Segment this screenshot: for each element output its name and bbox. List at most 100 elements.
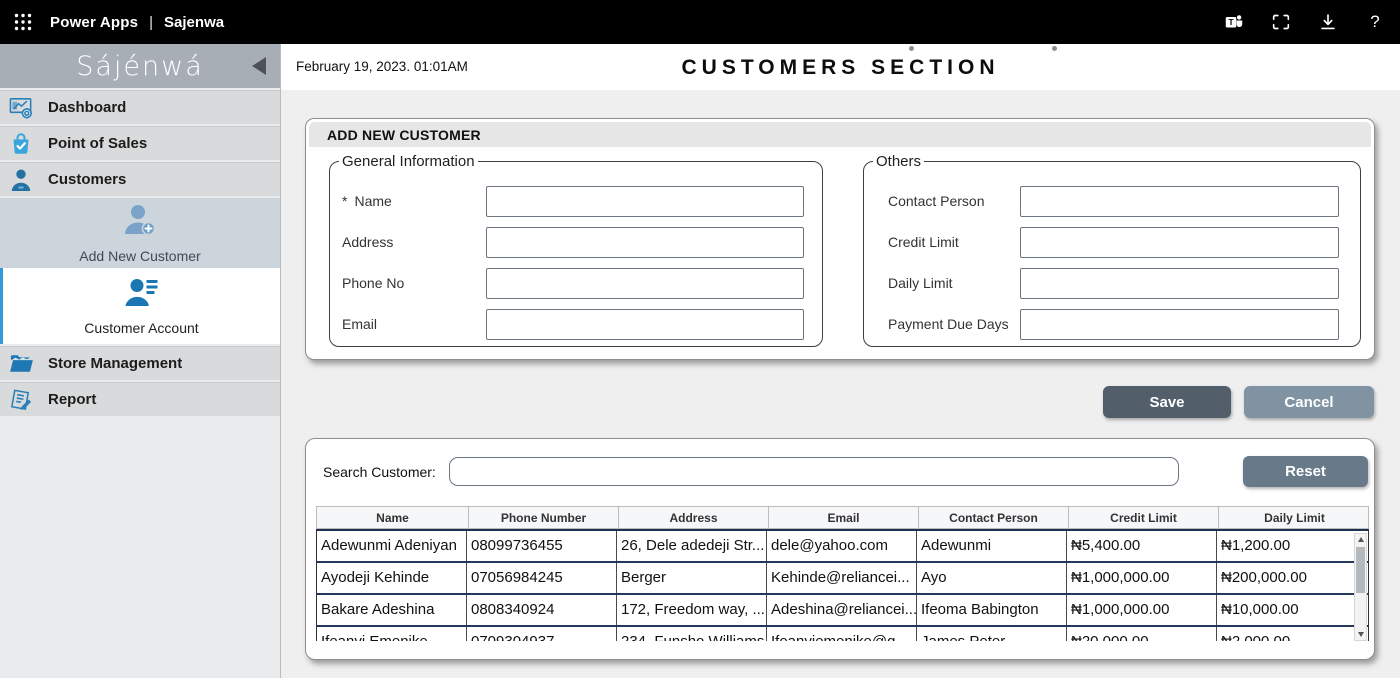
sidebar-item-dashboard[interactable]: Dashboard (0, 90, 280, 124)
collapse-arrow-icon (252, 57, 266, 75)
cell-address: 26, Dele adedeji Str... (617, 531, 767, 561)
cell-phone: 0709304937 (467, 627, 617, 641)
column-header-email: Email (769, 507, 919, 528)
content-area: ADD NEW CUSTOMER General Information *Na… (281, 90, 1400, 678)
folder-icon (7, 350, 35, 378)
cell-name: Ayodeji Kehinde (317, 563, 467, 593)
cell-daily-limit: ₦2,000.00 (1217, 627, 1368, 641)
topbar-divider: | (149, 14, 153, 31)
contact-person-label: Contact Person (888, 186, 985, 217)
contact-person-input[interactable] (1020, 186, 1339, 217)
general-information-group: General Information *Name Address Phone … (329, 153, 823, 347)
teams-icon[interactable]: T (1223, 11, 1245, 33)
fullscreen-icon[interactable] (1270, 11, 1292, 33)
cell-daily-limit: ₦200,000.00 (1217, 563, 1368, 593)
download-icon[interactable] (1317, 11, 1339, 33)
cell-contact-person: James Peter (917, 627, 1067, 641)
sidebar-subitem-add-new-customer[interactable]: Add New Customer (0, 198, 280, 268)
app-logo: Sájénwá (76, 51, 204, 82)
credit-limit-input[interactable] (1020, 227, 1339, 258)
app-name-label[interactable]: Power Apps (50, 14, 138, 31)
customer-list-card: Search Customer: Reset Name Phone Number… (305, 438, 1375, 660)
sidebar-item-label: Dashboard (48, 99, 126, 116)
environment-name-label: Sajenwa (164, 14, 224, 31)
scroll-up-icon[interactable] (1355, 534, 1366, 545)
scroll-down-icon[interactable] (1355, 629, 1366, 640)
cell-contact-person: Ifeoma Babington (917, 595, 1067, 625)
card-title: ADD NEW CUSTOMER (309, 122, 1371, 147)
cell-credit-limit: ₦1,000,000.00 (1067, 595, 1217, 625)
credit-limit-label: Credit Limit (888, 227, 959, 258)
sidebar-collapse-button[interactable] (252, 57, 268, 75)
cell-email: Kehinde@reliancei... (767, 563, 917, 593)
others-legend: Others (873, 153, 924, 170)
cell-name: Bakare Adeshina (317, 595, 467, 625)
column-header-credit-limit: Credit Limit (1069, 507, 1219, 528)
cell-credit-limit: ₦1,000,000.00 (1067, 563, 1217, 593)
column-header-name: Name (317, 507, 469, 528)
sidebar-subitem-label: Customer Account (84, 320, 198, 336)
sidebar-item-report[interactable]: Report (0, 382, 280, 416)
address-input[interactable] (486, 227, 804, 258)
field-row: *Name (330, 186, 822, 217)
cell-phone: 07056984245 (467, 563, 617, 593)
field-row: Daily Limit (864, 268, 1360, 299)
dashboard-icon (7, 94, 35, 122)
sidebar-item-label: Report (48, 391, 96, 408)
payment-due-days-input[interactable] (1020, 309, 1339, 340)
daily-limit-label: Daily Limit (888, 268, 953, 299)
others-group: Others Contact Person Credit Limit Daily… (863, 153, 1361, 347)
table-row[interactable]: Bakare Adeshina 0808340924 172, Freedom … (317, 595, 1368, 627)
topbar-actions: T ? (1223, 11, 1400, 33)
column-header-address: Address (619, 507, 769, 528)
email-label: Email (342, 309, 377, 340)
table-row[interactable]: Ayodeji Kehinde 07056984245 Berger Kehin… (317, 563, 1368, 595)
help-icon[interactable]: ? (1364, 11, 1386, 33)
reset-button[interactable]: Reset (1243, 456, 1368, 487)
cancel-button[interactable]: Cancel (1244, 386, 1374, 418)
customers-table: Name Phone Number Address Email Contact … (316, 506, 1369, 641)
table-row[interactable]: Adewunmi Adeniyan 08099736455 26, Dele a… (317, 531, 1368, 563)
table-header-row: Name Phone Number Address Email Contact … (316, 506, 1369, 529)
field-row: Contact Person (864, 186, 1360, 217)
daily-limit-input[interactable] (1020, 268, 1339, 299)
table-row[interactable]: Ifeanyi Emenike 0709304937 234, Funsho W… (317, 627, 1368, 641)
add-new-customer-card: ADD NEW CUSTOMER General Information *Na… (305, 118, 1375, 360)
field-row: Address (330, 227, 822, 258)
column-header-phone-number: Phone Number (469, 507, 619, 528)
cell-phone: 08099736455 (467, 531, 617, 561)
person-list-icon (122, 277, 162, 316)
shopping-bag-icon (7, 130, 35, 158)
sidebar-subitem-customer-account[interactable]: Customer Account (0, 268, 280, 344)
cell-email: Adeshina@reliancei... (767, 595, 917, 625)
scrollbar-thumb[interactable] (1356, 547, 1365, 593)
payment-due-days-label: Payment Due Days (888, 309, 1009, 340)
sidebar-item-store-management[interactable]: Store Management (0, 346, 280, 380)
cell-contact-person: Adewunmi (917, 531, 1067, 561)
search-customer-input[interactable] (449, 457, 1179, 486)
sidebar-item-point-of-sales[interactable]: Point of Sales (0, 126, 280, 160)
general-information-legend: General Information (339, 153, 478, 170)
cell-credit-limit: ₦5,400.00 (1067, 531, 1217, 561)
save-button[interactable]: Save (1103, 386, 1231, 418)
cell-name: Ifeanyi Emenike (317, 627, 467, 641)
phone-no-label: Phone No (342, 268, 404, 299)
phone-no-input[interactable] (486, 268, 804, 299)
sidebar-item-customers[interactable]: Customers (0, 162, 280, 196)
sidebar: Sájénwá Dashboard Point of Sales (0, 44, 281, 678)
table-body: Adewunmi Adeniyan 08099736455 26, Dele a… (316, 529, 1369, 641)
svg-text:T: T (1228, 18, 1233, 27)
cell-daily-limit: ₦1,200.00 (1217, 531, 1368, 561)
column-header-daily-limit: Daily Limit (1219, 507, 1370, 528)
address-label: Address (342, 227, 393, 258)
cell-email: dele@yahoo.com (767, 531, 917, 561)
table-scrollbar[interactable] (1354, 533, 1367, 641)
sidebar-logo-bar: Sájénwá (0, 44, 280, 88)
field-row: Payment Due Days (864, 309, 1360, 340)
field-row: Phone No (330, 268, 822, 299)
name-input[interactable] (486, 186, 804, 217)
waffle-icon[interactable] (13, 12, 33, 32)
field-row: Credit Limit (864, 227, 1360, 258)
top-app-bar: Power Apps | Sajenwa T ? (0, 0, 1400, 44)
email-input[interactable] (486, 309, 804, 340)
